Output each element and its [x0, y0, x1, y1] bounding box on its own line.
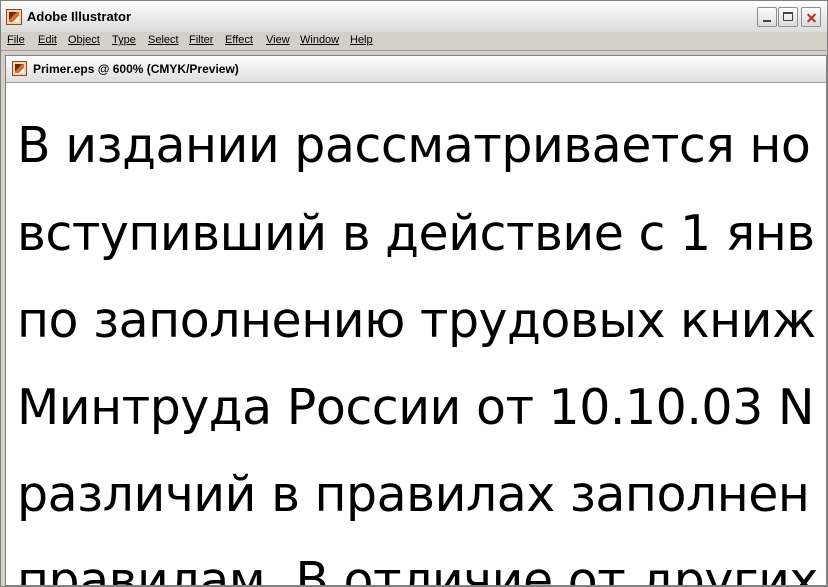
document-window: Primer.eps @ 600% (CMYK/Preview) В издан… [5, 55, 827, 586]
menu-view[interactable]: View [266, 34, 290, 46]
app-title: Adobe Illustrator [27, 9, 132, 24]
menu-help[interactable]: Help [350, 34, 373, 46]
menu-select[interactable]: Select [148, 34, 179, 46]
menu-filter[interactable]: Filter [189, 34, 213, 46]
menu-type[interactable]: Type [112, 34, 136, 46]
document-title-bar[interactable]: Primer.eps @ 600% (CMYK/Preview) [6, 56, 826, 83]
document-icon[interactable] [12, 61, 27, 76]
menu-window[interactable]: Window [300, 34, 339, 46]
text-line-6[interactable]: правилам. В отличие от других [17, 556, 818, 585]
text-line-1[interactable]: В издании рассматривается но [17, 121, 811, 170]
app-title-bar[interactable]: Adobe Illustrator [1, 1, 827, 33]
menu-bar: File Edit Object Type Select Filter Effe… [1, 32, 827, 51]
illustrator-app-icon[interactable] [6, 9, 22, 25]
text-line-4[interactable]: Минтруда России от 10.10.03 N [17, 383, 815, 432]
maximize-button[interactable] [778, 7, 798, 27]
text-line-3[interactable]: по заполнению трудовых книж [17, 296, 816, 345]
menu-file[interactable]: File [7, 34, 25, 46]
artboard-canvas[interactable]: В издании рассматривается но вступивший … [6, 83, 826, 585]
minimize-button[interactable] [757, 7, 777, 27]
menu-object[interactable]: Object [68, 34, 100, 46]
close-button[interactable] [801, 7, 821, 27]
document-title: Primer.eps @ 600% (CMYK/Preview) [33, 62, 239, 76]
text-line-5[interactable]: различий в правилах заполнен [17, 470, 810, 519]
text-line-2[interactable]: вступивший в действие с 1 янв [17, 209, 815, 258]
illustrator-window: Adobe Illustrator File Edit Object Type … [0, 0, 828, 587]
menu-edit[interactable]: Edit [38, 34, 57, 46]
menu-effect[interactable]: Effect [225, 34, 253, 46]
